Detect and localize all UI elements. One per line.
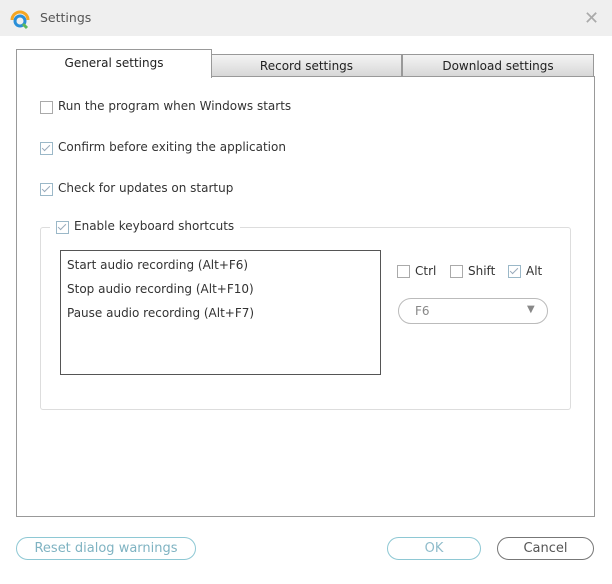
check-updates-checkbox[interactable]	[40, 183, 53, 196]
ctrl-label: Ctrl	[415, 264, 437, 278]
confirm-exit-checkbox[interactable]	[40, 142, 53, 155]
run-on-startup-checkbox[interactable]	[40, 101, 53, 114]
tab-download-settings[interactable]: Download settings	[402, 54, 594, 77]
list-item[interactable]: Start audio recording (Alt+F6)	[67, 258, 248, 272]
ok-button[interactable]: OK	[387, 537, 481, 560]
shift-label: Shift	[468, 264, 496, 278]
list-item[interactable]: Pause audio recording (Alt+F7)	[67, 306, 254, 320]
confirm-exit-label: Confirm before exiting the application	[58, 140, 286, 154]
shortcuts-list[interactable]: Start audio recording (Alt+F6) Stop audi…	[60, 250, 381, 375]
reset-dialog-warnings-button[interactable]: Reset dialog warnings	[16, 537, 196, 560]
enable-shortcuts-checkbox[interactable]	[56, 221, 69, 234]
run-on-startup-label: Run the program when Windows starts	[58, 99, 292, 113]
tab-general-settings[interactable]: General settings	[16, 49, 212, 78]
check-updates-label: Check for updates on startup	[58, 181, 234, 195]
alt-checkbox[interactable]	[508, 265, 521, 278]
key-dropdown-value: F6	[415, 304, 430, 318]
title-bar	[0, 0, 612, 36]
key-dropdown[interactable]: F6 ▼	[398, 298, 548, 324]
close-icon[interactable]: ✕	[584, 8, 599, 29]
enable-shortcuts-label: Enable keyboard shortcuts	[74, 219, 235, 233]
ctrl-checkbox[interactable]	[397, 265, 410, 278]
shift-checkbox[interactable]	[450, 265, 463, 278]
chevron-down-icon: ▼	[527, 304, 535, 315]
window-title: Settings	[40, 10, 92, 25]
app-logo-icon	[10, 10, 30, 30]
alt-label: Alt	[526, 264, 543, 278]
cancel-button[interactable]: Cancel	[497, 537, 594, 560]
list-item[interactable]: Stop audio recording (Alt+F10)	[67, 282, 254, 296]
tab-record-settings[interactable]: Record settings	[211, 54, 402, 77]
